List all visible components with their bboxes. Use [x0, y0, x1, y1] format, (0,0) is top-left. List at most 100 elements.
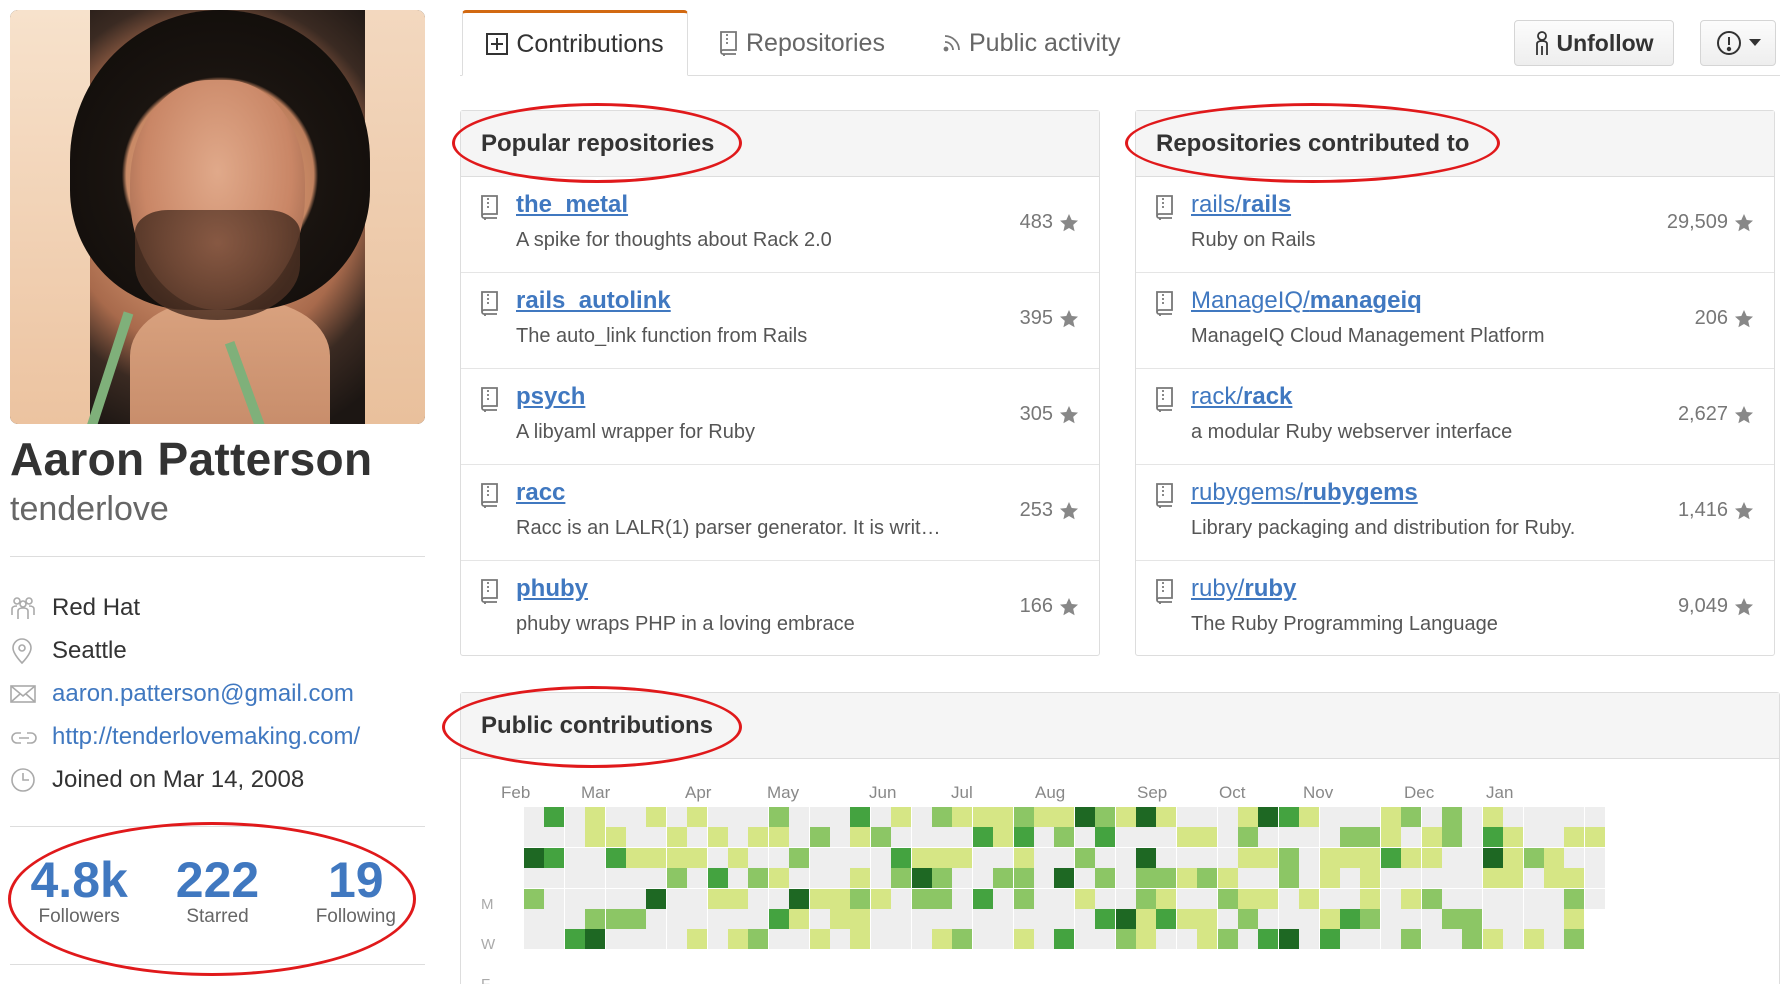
- contribution-day[interactable]: [1380, 888, 1401, 909]
- contribution-day[interactable]: [1462, 909, 1483, 929]
- contribution-day[interactable]: [1115, 888, 1136, 909]
- contribution-day[interactable]: [1217, 807, 1238, 827]
- contribution-day[interactable]: [605, 929, 626, 950]
- repo-link[interactable]: psych: [516, 383, 585, 411]
- contribution-day[interactable]: [605, 888, 626, 909]
- contribution-day[interactable]: [1482, 909, 1503, 929]
- following-stat[interactable]: 19 Following: [287, 852, 425, 928]
- contribution-day[interactable]: [972, 888, 993, 909]
- contribution-day[interactable]: [544, 929, 565, 950]
- contribution-day[interactable]: [728, 929, 748, 950]
- repo-link[interactable]: phuby: [516, 575, 588, 603]
- contribution-day[interactable]: [1482, 888, 1503, 909]
- contribution-day[interactable]: [1340, 888, 1360, 909]
- contribution-day[interactable]: [585, 847, 606, 868]
- contribution-day[interactable]: [1299, 909, 1320, 929]
- contribution-day[interactable]: [1278, 868, 1299, 889]
- contribution-day[interactable]: [993, 868, 1014, 889]
- contribution-day[interactable]: [1074, 807, 1095, 827]
- contribution-day[interactable]: [1503, 807, 1524, 827]
- contribution-day[interactable]: [830, 827, 850, 848]
- repo-link[interactable]: the_metal: [516, 191, 628, 219]
- repo-link[interactable]: rails/rails: [1191, 191, 1291, 219]
- contribution-day[interactable]: [768, 827, 789, 848]
- contribution-day[interactable]: [1115, 868, 1136, 889]
- contribution-day[interactable]: [646, 868, 667, 889]
- contribution-day[interactable]: [911, 929, 932, 950]
- contribution-day[interactable]: [952, 868, 973, 889]
- email-link[interactable]: aaron.patterson@gmail.com: [52, 680, 354, 708]
- contribution-day[interactable]: [789, 827, 810, 848]
- contribution-day[interactable]: [1544, 909, 1564, 929]
- contribution-day[interactable]: [789, 807, 810, 827]
- contribution-day[interactable]: [1584, 868, 1605, 889]
- repo-link[interactable]: rack/rack: [1191, 383, 1292, 411]
- contribution-day[interactable]: [1054, 929, 1075, 950]
- contribution-day[interactable]: [1278, 847, 1299, 868]
- contribution-day[interactable]: [1176, 847, 1197, 868]
- contribution-day[interactable]: [1176, 888, 1197, 909]
- contribution-day[interactable]: [1258, 929, 1279, 950]
- contribution-day[interactable]: [728, 888, 748, 909]
- contribution-day[interactable]: [911, 827, 932, 848]
- contribution-day[interactable]: [911, 847, 932, 868]
- contribution-day[interactable]: [1074, 847, 1095, 868]
- contribution-day[interactable]: [1544, 847, 1564, 868]
- contribution-day[interactable]: [850, 888, 871, 909]
- contribution-day[interactable]: [993, 929, 1014, 950]
- contribution-day[interactable]: [748, 909, 769, 929]
- contribution-day[interactable]: [1013, 909, 1034, 929]
- contribution-day[interactable]: [687, 868, 708, 889]
- contribution-day[interactable]: [1074, 868, 1095, 889]
- contribution-day[interactable]: [1115, 929, 1136, 950]
- contribution-day[interactable]: [1442, 929, 1462, 950]
- contribution-day[interactable]: [952, 929, 973, 950]
- contribution-day[interactable]: [809, 807, 830, 827]
- contribution-day[interactable]: [1074, 888, 1095, 909]
- contribution-day[interactable]: [1136, 888, 1156, 909]
- repo-item[interactable]: rails_autolink The auto_link function fr…: [461, 273, 1099, 369]
- contribution-day[interactable]: [1176, 827, 1197, 848]
- contribution-day[interactable]: [891, 929, 912, 950]
- contribution-day[interactable]: [626, 847, 646, 868]
- contribution-day[interactable]: [1462, 888, 1483, 909]
- tab-public-activity[interactable]: Public activity: [943, 10, 1120, 76]
- contribution-day[interactable]: [952, 807, 973, 827]
- contribution-day[interactable]: [993, 807, 1014, 827]
- contribution-day[interactable]: [1442, 827, 1462, 848]
- contribution-day[interactable]: [728, 847, 748, 868]
- contribution-day[interactable]: [1299, 929, 1320, 950]
- contribution-day[interactable]: [1197, 827, 1218, 848]
- contribution-day[interactable]: [911, 868, 932, 889]
- contribution-day[interactable]: [1013, 868, 1034, 889]
- contribution-day[interactable]: [789, 868, 810, 889]
- contribution-day[interactable]: [544, 827, 565, 848]
- contribution-day[interactable]: [1115, 909, 1136, 929]
- contribution-day[interactable]: [646, 929, 667, 950]
- contribution-day[interactable]: [1013, 807, 1034, 827]
- contribution-day[interactable]: [626, 909, 646, 929]
- contribution-day[interactable]: [1482, 868, 1503, 889]
- contribution-day[interactable]: [1197, 807, 1218, 827]
- contribution-day[interactable]: [666, 909, 687, 929]
- contribution-day[interactable]: [1442, 888, 1462, 909]
- contribution-day[interactable]: [1401, 847, 1422, 868]
- contribution-day[interactable]: [707, 929, 728, 950]
- contribution-day[interactable]: [1584, 847, 1605, 868]
- contribution-day[interactable]: [1136, 909, 1156, 929]
- contribution-day[interactable]: [1401, 868, 1422, 889]
- contribution-day[interactable]: [1564, 888, 1585, 909]
- contribution-day[interactable]: [1442, 807, 1462, 827]
- contribution-day[interactable]: [1442, 909, 1462, 929]
- contribution-day[interactable]: [1319, 929, 1340, 950]
- contribution-day[interactable]: [1136, 868, 1156, 889]
- contribution-day[interactable]: [564, 909, 585, 929]
- contribution-day[interactable]: [1503, 847, 1524, 868]
- contribution-day[interactable]: [1115, 847, 1136, 868]
- repo-item[interactable]: phuby phuby wraps PHP in a loving embrac…: [461, 561, 1099, 657]
- repo-link[interactable]: ManageIQ/manageiq: [1191, 287, 1422, 315]
- contribution-day[interactable]: [768, 868, 789, 889]
- contribution-day[interactable]: [707, 827, 728, 848]
- contribution-day[interactable]: [1054, 868, 1075, 889]
- contribution-day[interactable]: [1380, 827, 1401, 848]
